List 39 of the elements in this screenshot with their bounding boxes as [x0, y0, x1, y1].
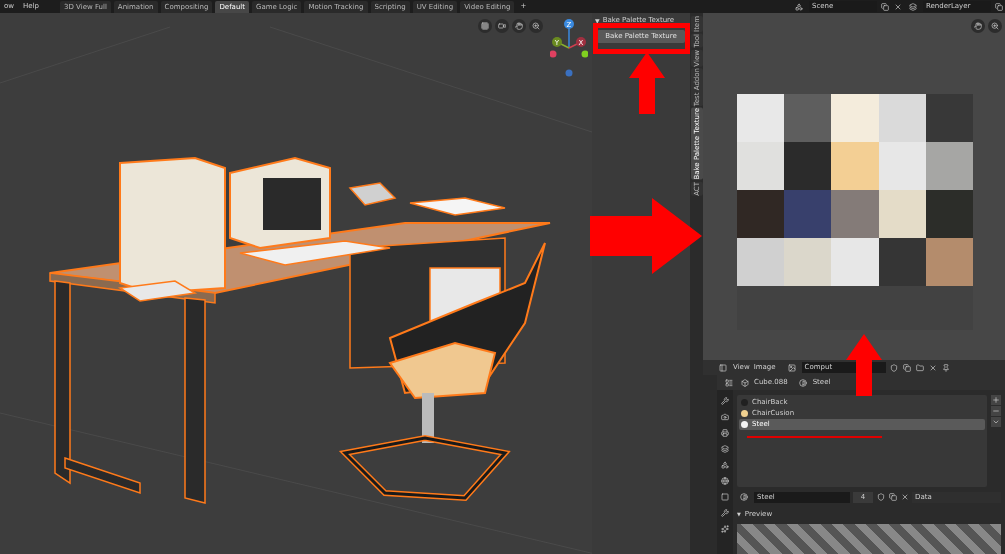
list-icon[interactable] [723, 378, 735, 387]
material-icon[interactable] [737, 493, 751, 501]
render-icon[interactable] [720, 411, 730, 422]
close-icon[interactable] [900, 493, 909, 501]
hand-icon[interactable] [971, 19, 985, 33]
world-icon[interactable] [720, 475, 730, 486]
hand-icon[interactable] [512, 19, 526, 33]
scene-icon[interactable] [792, 2, 806, 11]
close-icon[interactable] [893, 2, 903, 11]
copy-icon[interactable] [902, 363, 912, 372]
image-icon[interactable] [785, 363, 798, 372]
right-arrow-icon [590, 198, 702, 274]
view-layer-icon[interactable] [720, 443, 730, 454]
cube-icon[interactable] [740, 378, 749, 387]
copy-icon[interactable] [880, 2, 890, 11]
zoom-icon[interactable] [529, 19, 543, 33]
output-icon[interactable] [720, 427, 730, 438]
editor-type-icon[interactable] [717, 363, 729, 372]
particles-icon[interactable] [720, 523, 730, 534]
copy-icon[interactable] [888, 493, 897, 501]
zoom-icon[interactable] [988, 19, 1002, 33]
shield-icon[interactable] [889, 363, 899, 372]
copy-icon[interactable] [994, 2, 1004, 11]
material-icon[interactable] [798, 378, 808, 387]
camera-icon[interactable] [495, 19, 509, 33]
shield-icon[interactable] [876, 493, 885, 501]
add-icon[interactable] [991, 395, 1001, 405]
layer-icon[interactable] [906, 2, 920, 11]
folder-icon[interactable] [915, 363, 925, 372]
object-icon[interactable] [720, 491, 730, 502]
up-arrow-icon [629, 52, 665, 114]
grid-icon[interactable] [478, 19, 492, 33]
wrench-icon[interactable] [720, 507, 730, 518]
tool-icon[interactable] [720, 395, 730, 406]
up-arrow-icon [846, 334, 882, 396]
pin-icon[interactable] [941, 363, 951, 372]
close-icon[interactable] [928, 363, 938, 372]
scene-icon[interactable] [720, 459, 730, 470]
chevron-icon[interactable] [991, 417, 1001, 427]
